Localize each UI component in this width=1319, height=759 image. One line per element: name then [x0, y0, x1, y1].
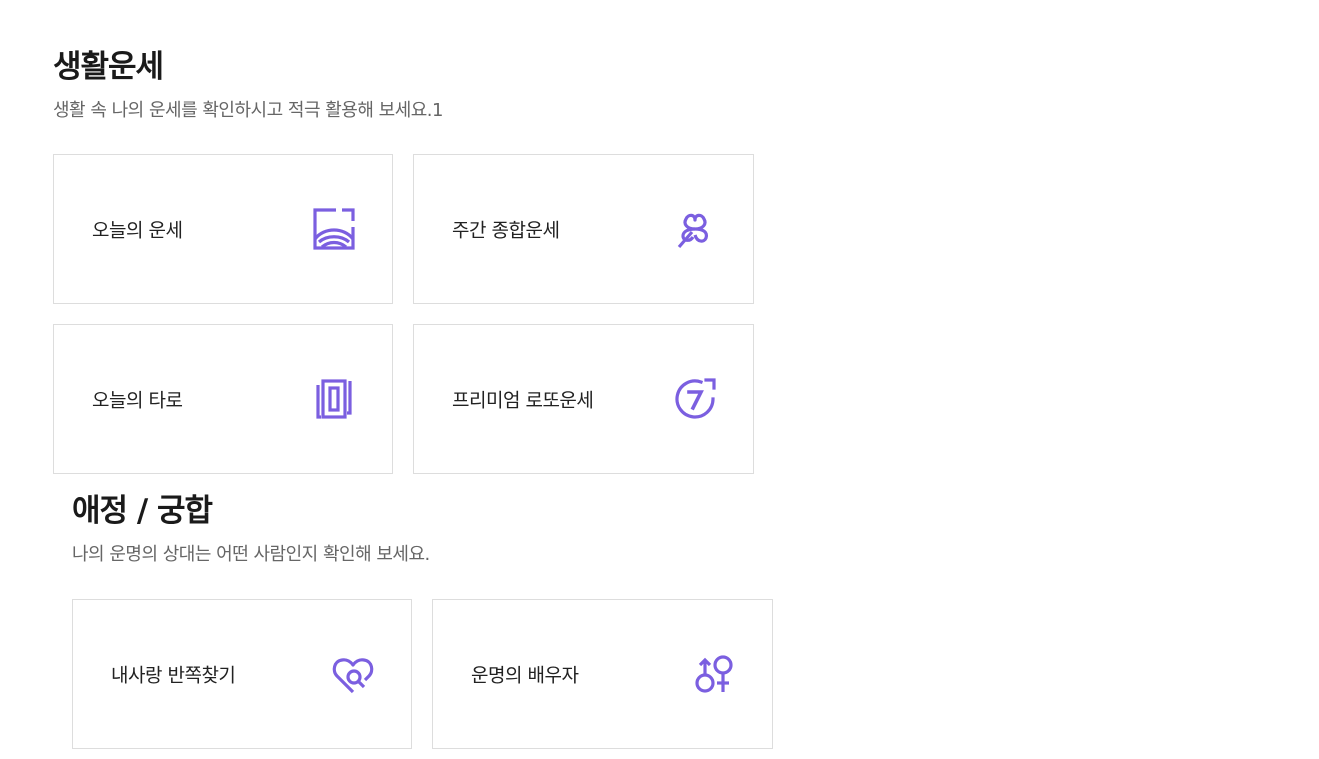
life-fortune-desc: 생활 속 나의 운세를 확인하시고 적극 활용해 보세요.1	[53, 100, 443, 121]
card-label: 운명의 배우자	[471, 664, 579, 687]
card-weekly-fortune[interactable]: 주간 종합운세	[413, 154, 754, 304]
life-fortune-grid: 오늘의 운세 주간 종합운세 오늘의 타로 프리미엄 로또운세	[53, 154, 754, 474]
card-today-fortune[interactable]: 오늘의 운세	[53, 154, 393, 304]
love-match-desc: 나의 운명의 상대는 어떤 사람인지 확인해 보세요.	[72, 544, 430, 565]
life-fortune-title: 생활운세	[53, 49, 164, 85]
card-find-soulmate[interactable]: 내사랑 반쪽찾기	[72, 599, 412, 749]
love-match-grid: 내사랑 반쪽찾기 운명의 배우자	[72, 599, 773, 749]
heart-search-icon	[331, 652, 375, 696]
gender-symbols-icon	[692, 652, 736, 696]
lotto-seven-icon	[673, 377, 717, 421]
card-premium-lotto[interactable]: 프리미엄 로또운세	[413, 324, 754, 474]
tarot-card-icon	[312, 377, 356, 421]
card-label: 오늘의 타로	[92, 389, 183, 412]
card-today-tarot[interactable]: 오늘의 타로	[53, 324, 393, 474]
card-destined-spouse[interactable]: 운명의 배우자	[432, 599, 773, 749]
card-label: 오늘의 운세	[92, 219, 183, 242]
life-fortune-section: 생활운세 생활 속 나의 운세를 확인하시고 적극 활용해 보세요.1	[53, 47, 443, 123]
love-match-section: 애정 / 궁합 나의 운명의 상대는 어떤 사람인지 확인해 보세요.	[72, 491, 430, 567]
love-match-title: 애정 / 궁합	[72, 493, 213, 529]
card-label: 프리미엄 로또운세	[452, 389, 594, 412]
card-label: 주간 종합운세	[452, 219, 560, 242]
card-label: 내사랑 반쪽찾기	[111, 664, 236, 687]
window-hills-icon	[312, 207, 356, 251]
clover-icon	[673, 207, 717, 251]
